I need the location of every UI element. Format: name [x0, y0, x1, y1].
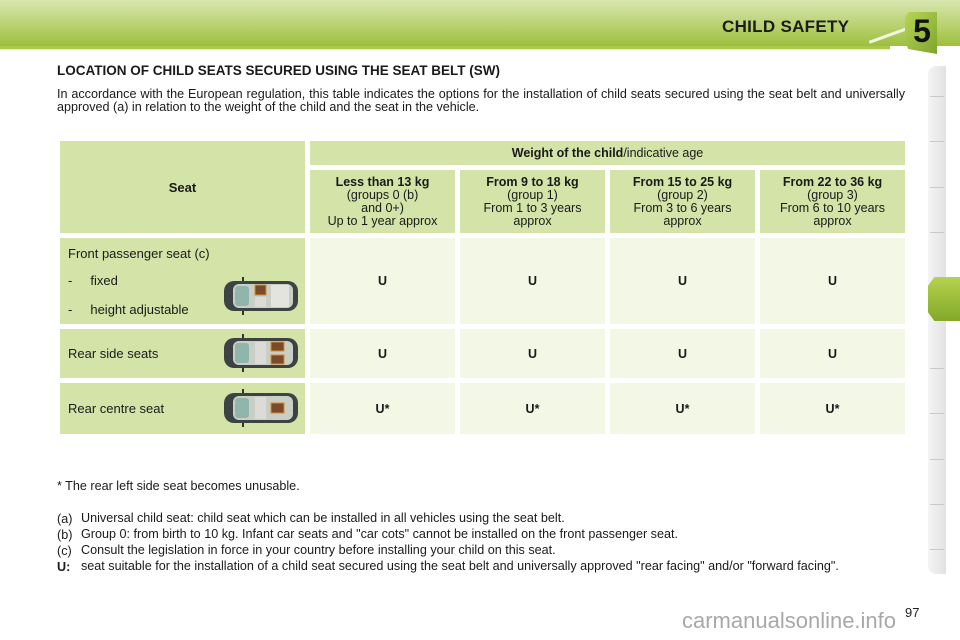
row-label-front-passenger: Front passenger seat (c) - fixed - height … [60, 238, 305, 324]
sub-item-text: height adjustable [90, 302, 189, 317]
sub-item: - fixed [68, 273, 118, 288]
seat-header: Seat [60, 141, 305, 233]
row-label-text: Rear side seats [68, 346, 159, 361]
column-header-group-0: Less than 13 kg (groups 0 (b) and 0+) Up… [310, 170, 455, 233]
dash: - [68, 273, 73, 288]
weight-header-rest: /indicative age [623, 146, 704, 160]
column-header-group-1: From 9 to 18 kg (group 1) From 1 to 3 ye… [460, 170, 605, 233]
cell-value: U [460, 238, 605, 324]
row-label-text: Front passenger seat (c) [68, 246, 210, 261]
note-text: Consult the legislation in force in your… [81, 543, 556, 557]
note-key: U: [57, 560, 71, 574]
column-line: Up to 1 year approx [327, 213, 438, 228]
dash: - [68, 302, 73, 317]
thumb-tab[interactable] [930, 187, 944, 188]
row-label-rear-side: Rear side seats [60, 329, 305, 378]
sub-item-text: fixed [90, 273, 118, 288]
thumb-tab[interactable] [930, 413, 944, 414]
table-row: Rear centre seat U* U* U* U* [60, 383, 905, 434]
column-line: From 1 to 3 years [483, 200, 582, 215]
car-top-view-rear-side-icon [224, 334, 298, 372]
cell-value: U* [610, 383, 755, 434]
car-top-view-rear-centre-icon [224, 389, 298, 427]
thumb-tab[interactable] [930, 459, 944, 460]
note-key: (a) [57, 512, 73, 526]
note-key: (c) [57, 544, 72, 558]
thumb-tab[interactable] [930, 549, 944, 550]
notes-list: (a) Universal child seat: child seat whic… [57, 511, 905, 575]
cell-value: U [310, 329, 455, 378]
cell-value: U [610, 329, 755, 378]
intro-paragraph: In accordance with the European regulati… [57, 87, 905, 114]
table-row: Front passenger seat (c) - fixed - height … [60, 238, 905, 324]
child-seat-table: Seat Weight of the child/indicative age … [55, 136, 910, 439]
sub-item: - height adjustable [68, 302, 189, 317]
thumb-tab[interactable] [930, 368, 944, 369]
column-line: (group 3) [807, 187, 858, 202]
column-header-group-2: From 15 to 25 kg (group 2) From 3 to 6 y… [610, 170, 755, 233]
weight-header-bold: Weight of the child [511, 146, 624, 160]
column-line: and 0+) [361, 200, 404, 215]
asterisk-note: * The rear left side seat becomes unusab… [57, 479, 300, 493]
note-text: seat suitable for the installation of a … [81, 559, 839, 573]
row-label-rear-centre: Rear centre seat [60, 383, 305, 434]
column-line: From 6 to 10 years [780, 200, 885, 215]
note-text: Universal child seat: child seat which c… [81, 511, 565, 525]
cell-value: U [760, 238, 905, 324]
cell-value: U [760, 329, 905, 378]
note-text: Group 0: from birth to 10 kg. Infant car… [81, 527, 678, 541]
row-label-text: Rear centre seat [68, 401, 165, 416]
column-line: From 3 to 6 years [633, 200, 732, 215]
note-item: (b) Group 0: from birth to 10 kg. Infant … [57, 527, 905, 543]
column-line: approx [513, 213, 552, 228]
column-line: approx [813, 213, 852, 228]
cell-value: U* [310, 383, 455, 434]
cell-value: U [610, 238, 755, 324]
cell-value: U [310, 238, 455, 324]
column-line: (group 2) [657, 187, 708, 202]
thumb-tab[interactable] [930, 141, 944, 142]
note-item: (c) Consult the legislation in force in y… [57, 543, 905, 559]
cell-value: U* [460, 383, 605, 434]
note-item: (a) Universal child seat: child seat whic… [57, 511, 905, 527]
chapter-title: CHILD SAFETY [722, 17, 850, 36]
cell-value: U* [760, 383, 905, 434]
header-divider-highlight [0, 49, 890, 50]
weight-header: Weight of the child/indicative age [310, 141, 905, 165]
chapter-number: 5 [913, 13, 931, 49]
thumb-tab[interactable] [930, 96, 944, 97]
column-line: approx [663, 213, 702, 228]
note-key: (b) [57, 528, 73, 542]
seat-header-label: Seat [168, 179, 197, 195]
section-title: LOCATION OF CHILD SEATS SECURED USING TH… [57, 63, 500, 78]
thumb-tab[interactable] [930, 504, 944, 505]
car-top-view-front-passenger-icon [224, 277, 298, 315]
page-number: 97 [905, 605, 920, 620]
column-header-group-3: From 22 to 36 kg (group 3) From 6 to 10 … [760, 170, 905, 233]
note-item: U: seat suitable for the installation of … [57, 559, 905, 575]
column-line: (group 1) [507, 187, 558, 202]
watermark: carmanualsonline.info [682, 608, 897, 633]
cell-value: U [460, 329, 605, 378]
column-line: (groups 0 (b) [346, 187, 419, 202]
thumb-tab[interactable] [930, 232, 944, 233]
thumb-tab-active[interactable] [928, 277, 960, 321]
table-row: Rear side seats U U U U [60, 329, 905, 378]
